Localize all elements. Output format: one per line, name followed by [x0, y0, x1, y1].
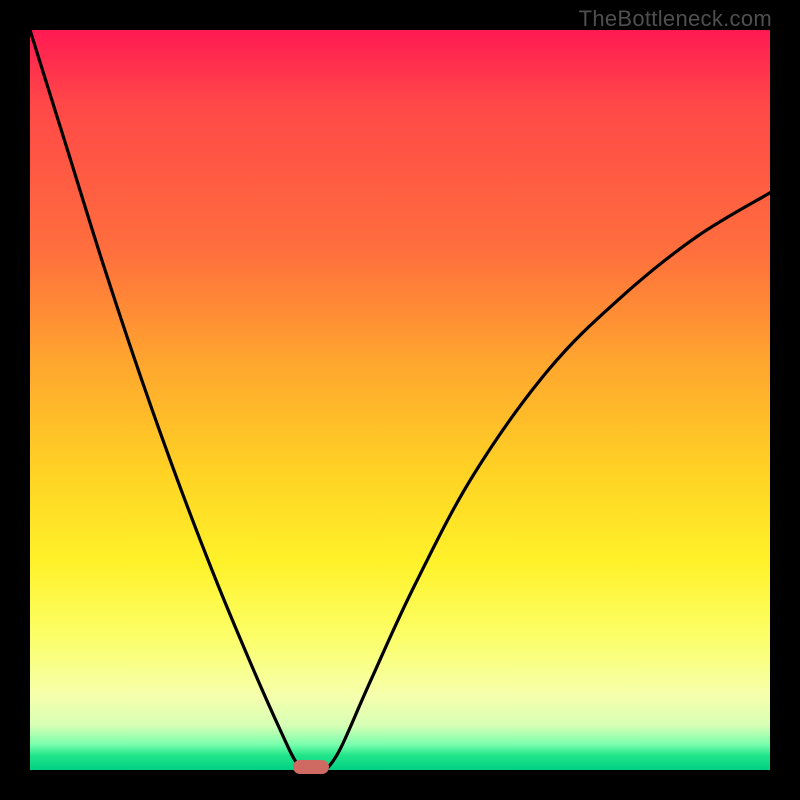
watermark-text: TheBottleneck.com	[579, 6, 772, 32]
curve-right-branch	[326, 193, 770, 770]
optimal-marker	[293, 760, 329, 774]
curve-left-branch	[30, 30, 308, 770]
curve-layer	[30, 30, 770, 770]
chart-frame: TheBottleneck.com	[0, 0, 800, 800]
plot-area	[30, 30, 770, 770]
